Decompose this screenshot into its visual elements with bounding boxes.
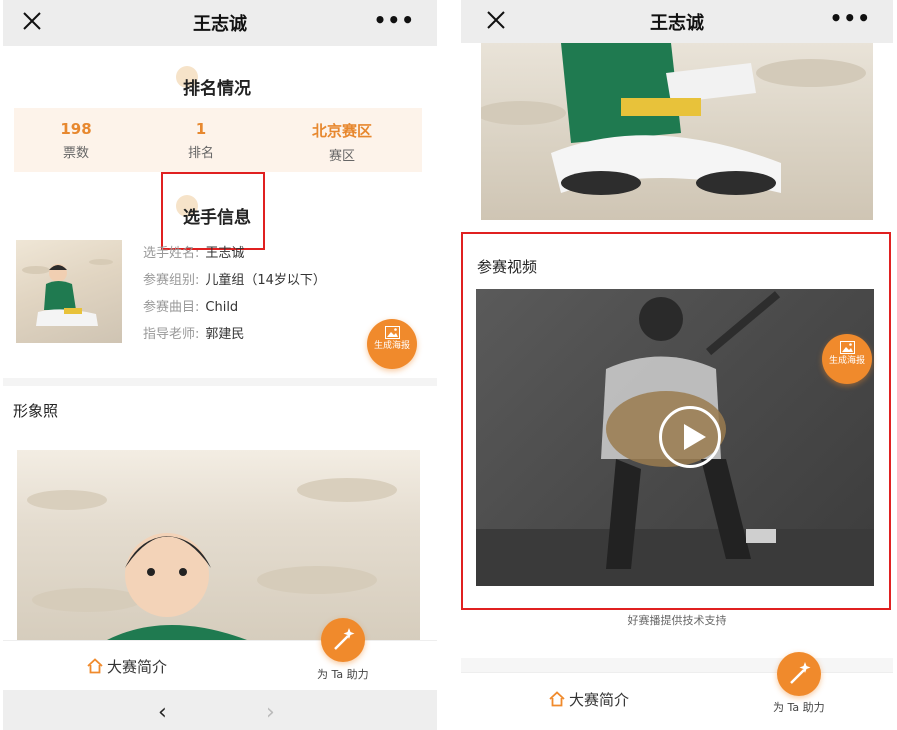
stat-region: 北京赛区 赛区 [282,120,402,164]
help-button[interactable] [321,618,365,662]
info-label: 参赛曲目: [143,300,200,315]
browser-nav-bar: ‹ › [3,690,437,730]
info-label: 选手姓名: [143,246,200,261]
stat-votes: 198 票数 [16,120,136,161]
portrait-photo[interactable] [17,450,420,640]
home-icon [549,691,565,707]
more-icon[interactable]: ••• [830,6,871,30]
more-icon[interactable]: ••• [374,8,415,32]
image-icon [384,326,400,339]
stat-label: 排名 [187,146,214,161]
contest-intro-link[interactable]: 大赛简介 [549,689,629,710]
magic-wand-icon [790,662,811,684]
help-button[interactable] [777,652,821,696]
contest-intro-label: 大赛简介 [107,658,168,676]
info-name-row: 选手姓名: 王志诚 [143,242,244,261]
info-value: 郭建民 [205,327,245,342]
page-title: 王志诚 [193,14,247,35]
home-icon [87,658,103,674]
info-value: Child [205,300,239,315]
stat-label: 赛区 [328,149,355,164]
portrait-illustration [27,478,397,640]
contestant-thumbnail[interactable] [16,240,122,343]
info-value: 儿童组（14岁以下） [205,273,326,288]
back-button[interactable]: ‹ [158,700,167,725]
top-bar: 王志诚 ••• [3,0,437,46]
top-bar: 王志诚 ••• [461,0,893,43]
help-label[interactable]: 为 Ta 助力 [773,699,825,715]
stat-value: 北京赛区 [311,122,372,140]
info-song-row: 参赛曲目: Child [143,296,238,315]
portrait-photo[interactable] [481,43,873,220]
portrait-illustration [481,43,866,195]
photo-heading: 形象照 [13,402,59,420]
bottom-bar: 大赛简介 [461,672,893,730]
contest-intro-link[interactable]: 大赛简介 [87,656,167,677]
contest-intro-label: 大赛简介 [569,691,630,709]
poster-label: 生成海报 [373,341,410,351]
highlight-box [461,232,891,610]
info-teacher-row: 指导老师: 郭建民 [143,323,244,342]
stat-label: 票数 [62,146,89,161]
left-screen: 王志诚 ••• 排名情况 198 票数 1 排名 北京赛区 赛区 选手信息 选手… [3,0,437,730]
magic-wand-icon [334,628,355,650]
tech-support-text: 好赛播提供技术支持 [627,614,727,627]
ranking-heading: 排名情况 [183,79,251,99]
bottom-bar: 大赛简介 [3,640,437,690]
info-label: 指导老师: [143,327,200,342]
thumbnail-illustration [22,259,113,326]
info-group-row: 参赛组别: 儿童组（14岁以下） [143,269,326,288]
page-title: 王志诚 [650,13,704,34]
stat-rank: 1 排名 [141,120,261,161]
stat-value: 1 [195,120,207,138]
info-label: 参赛组别: [143,273,200,288]
help-label[interactable]: 为 Ta 助力 [317,666,369,682]
section-divider [461,658,893,672]
highlight-box [161,172,265,250]
section-divider [3,378,437,386]
info-value: 王志诚 [205,246,245,261]
forward-button[interactable]: › [266,700,275,725]
stats-panel: 198 票数 1 排名 北京赛区 赛区 [14,108,422,172]
generate-poster-button[interactable]: 生成海报 [367,319,417,369]
stat-value: 198 [60,120,92,138]
right-screen: 王志诚 ••• 参赛视频 生成海报 好赛播提供技术支持 大赛简介 为 Ta 助力 [461,0,893,730]
